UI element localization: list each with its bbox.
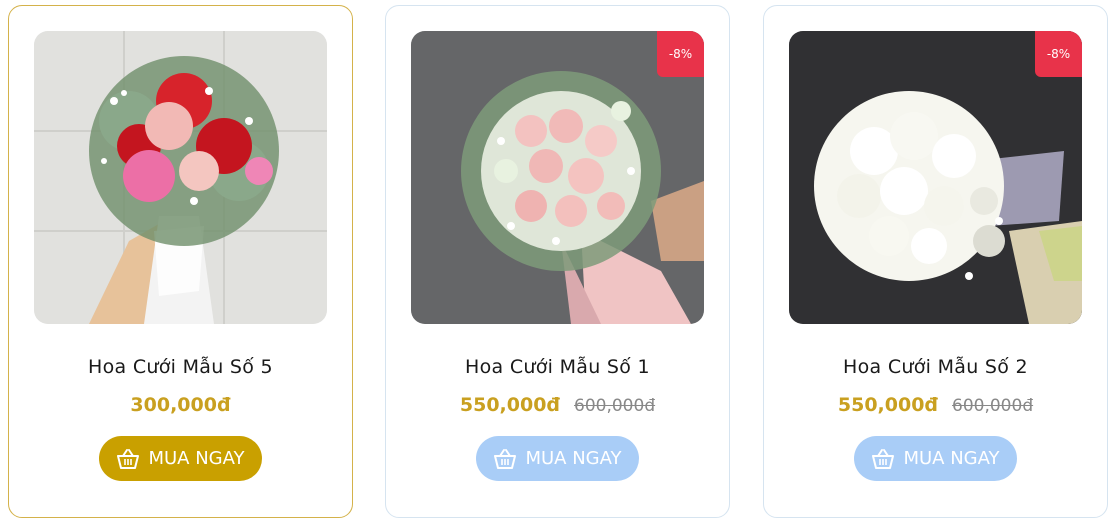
original-price: 600,000đ bbox=[952, 396, 1034, 416]
discount-badge: -8% bbox=[657, 31, 704, 77]
product-image[interactable]: -8% bbox=[789, 31, 1082, 324]
buy-now-button[interactable]: MUA NGAY bbox=[854, 436, 1017, 481]
original-price: 600,000đ bbox=[574, 396, 656, 416]
product-title[interactable]: Hoa Cưới Mẫu Số 5 bbox=[9, 356, 352, 378]
product-card[interactable]: -8% Hoa Cưới Mẫu Số 2 550,000đ 600,000đ … bbox=[763, 5, 1108, 518]
buy-now-button[interactable]: MUA NGAY bbox=[476, 436, 639, 481]
basket-icon bbox=[117, 448, 140, 469]
buy-now-button[interactable]: MUA NGAY bbox=[99, 436, 262, 481]
product-card[interactable]: -8% Hoa Cưới Mẫu Số 1 550,000đ 600,000đ … bbox=[385, 5, 730, 518]
basket-icon bbox=[872, 448, 895, 469]
bouquet-red-pink-image bbox=[34, 31, 327, 324]
discount-badge: -8% bbox=[1035, 31, 1082, 77]
product-image[interactable] bbox=[34, 31, 327, 324]
basket-icon bbox=[494, 448, 517, 469]
product-card[interactable]: Hoa Cưới Mẫu Số 5 300,000đ MUA NGAY bbox=[8, 5, 353, 518]
buy-now-label: MUA NGAY bbox=[148, 448, 245, 469]
price-row: 550,000đ 600,000đ bbox=[764, 394, 1107, 416]
price-row: 550,000đ 600,000đ bbox=[386, 394, 729, 416]
product-image[interactable]: -8% bbox=[411, 31, 704, 324]
product-title[interactable]: Hoa Cưới Mẫu Số 2 bbox=[764, 356, 1107, 378]
product-price: 300,000đ bbox=[130, 394, 231, 416]
product-price: 550,000đ bbox=[837, 394, 939, 416]
product-title[interactable]: Hoa Cưới Mẫu Số 1 bbox=[386, 356, 729, 378]
buy-now-label: MUA NGAY bbox=[525, 448, 622, 469]
buy-now-label: MUA NGAY bbox=[903, 448, 1000, 469]
product-price: 550,000đ bbox=[459, 394, 561, 416]
price-row: 300,000đ bbox=[9, 394, 352, 416]
